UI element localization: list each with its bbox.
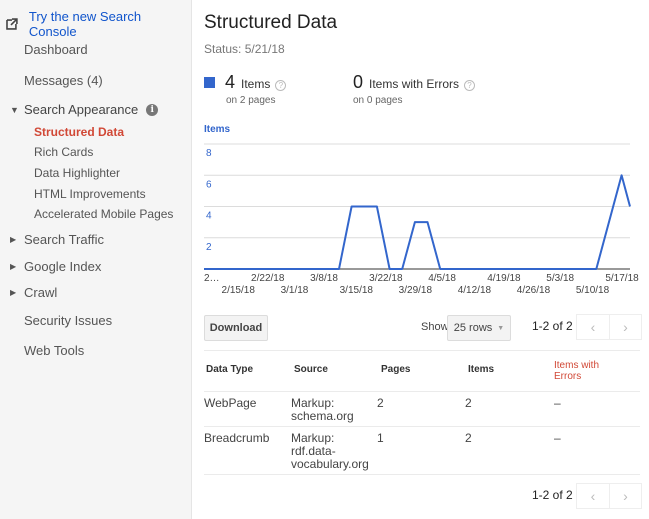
x-tick-label: 4/19/18 — [487, 273, 521, 284]
cell-data-type[interactable]: Breadcrumb — [204, 432, 269, 445]
y-tick-label: 4 — [206, 211, 212, 222]
series-line-items — [204, 174, 631, 270]
divider — [204, 426, 640, 427]
x-tick-label: 2… — [204, 273, 220, 284]
x-tick-label: 4/12/18 — [458, 285, 492, 296]
cell-pages: 2 — [377, 396, 384, 410]
divider — [204, 350, 640, 351]
cell-items: 2 — [465, 431, 472, 445]
x-tick-label: 5/10/18 — [576, 285, 610, 296]
x-tick-label: 3/22/18 — [369, 273, 403, 284]
cell-errors: – — [554, 396, 561, 410]
cell-items: 2 — [465, 396, 472, 410]
pager-range-bottom: 1-2 of 2 — [532, 488, 573, 502]
pager-bottom: ‹ › — [576, 483, 642, 509]
header-pages[interactable]: Pages — [381, 364, 410, 375]
x-tick-label: 4/5/18 — [428, 273, 456, 284]
prev-page-button[interactable]: ‹ — [577, 484, 609, 508]
cell-data-type[interactable]: WebPage — [204, 397, 256, 410]
divider — [204, 391, 640, 392]
sidebar-item-security-issues[interactable]: Security Issues — [24, 313, 112, 328]
cell-pages: 1 — [377, 431, 384, 445]
x-tick-label: 3/29/18 — [399, 285, 433, 296]
rows-per-page-select[interactable]: 25 rows ▼ — [447, 315, 511, 341]
items-chart: 2 4 6 8 2… 2/22/18 3/8/18 3/22/18 4/5/18 4/19/18 5… — [204, 143, 639, 296]
x-tick-label: 3/1/18 — [281, 285, 309, 296]
next-page-button[interactable]: › — [609, 315, 641, 339]
y-tick-label: 6 — [206, 179, 212, 190]
x-tick-label: 5/17/18 — [605, 273, 639, 284]
prev-page-button[interactable]: ‹ — [577, 315, 609, 339]
header-items-with-errors[interactable]: Items with Errors — [554, 360, 614, 382]
download-button[interactable]: Download — [204, 315, 268, 341]
cell-errors: – — [554, 431, 561, 445]
divider — [204, 474, 640, 475]
x-tick-label: 5/3/18 — [546, 273, 574, 284]
header-source[interactable]: Source — [294, 364, 328, 375]
x-tick-label: 3/8/18 — [310, 273, 338, 284]
x-tick-label: 3/15/18 — [340, 285, 374, 296]
cell-source: Markup: rdf.data-vocabulary.org — [291, 431, 369, 471]
y-tick-label: 2 — [206, 242, 212, 253]
x-tick-label: 2/15/18 — [222, 285, 256, 296]
pager-top: ‹ › — [576, 314, 642, 340]
header-data-type[interactable]: Data Type — [206, 364, 253, 375]
pager-range-top: 1-2 of 2 — [532, 319, 573, 333]
rows-value: 25 rows — [453, 322, 493, 334]
show-label: Show — [421, 321, 449, 333]
sidebar-item-web-tools[interactable]: Web Tools — [24, 343, 84, 358]
next-page-button[interactable]: › — [609, 484, 641, 508]
dropdown-arrow-icon: ▼ — [497, 324, 505, 332]
x-tick-label: 4/26/18 — [517, 285, 551, 296]
x-tick-label: 2/22/18 — [251, 273, 285, 284]
y-tick-label: 8 — [206, 148, 212, 159]
cell-source: Markup: schema.org — [291, 396, 354, 423]
header-items[interactable]: Items — [468, 364, 494, 375]
